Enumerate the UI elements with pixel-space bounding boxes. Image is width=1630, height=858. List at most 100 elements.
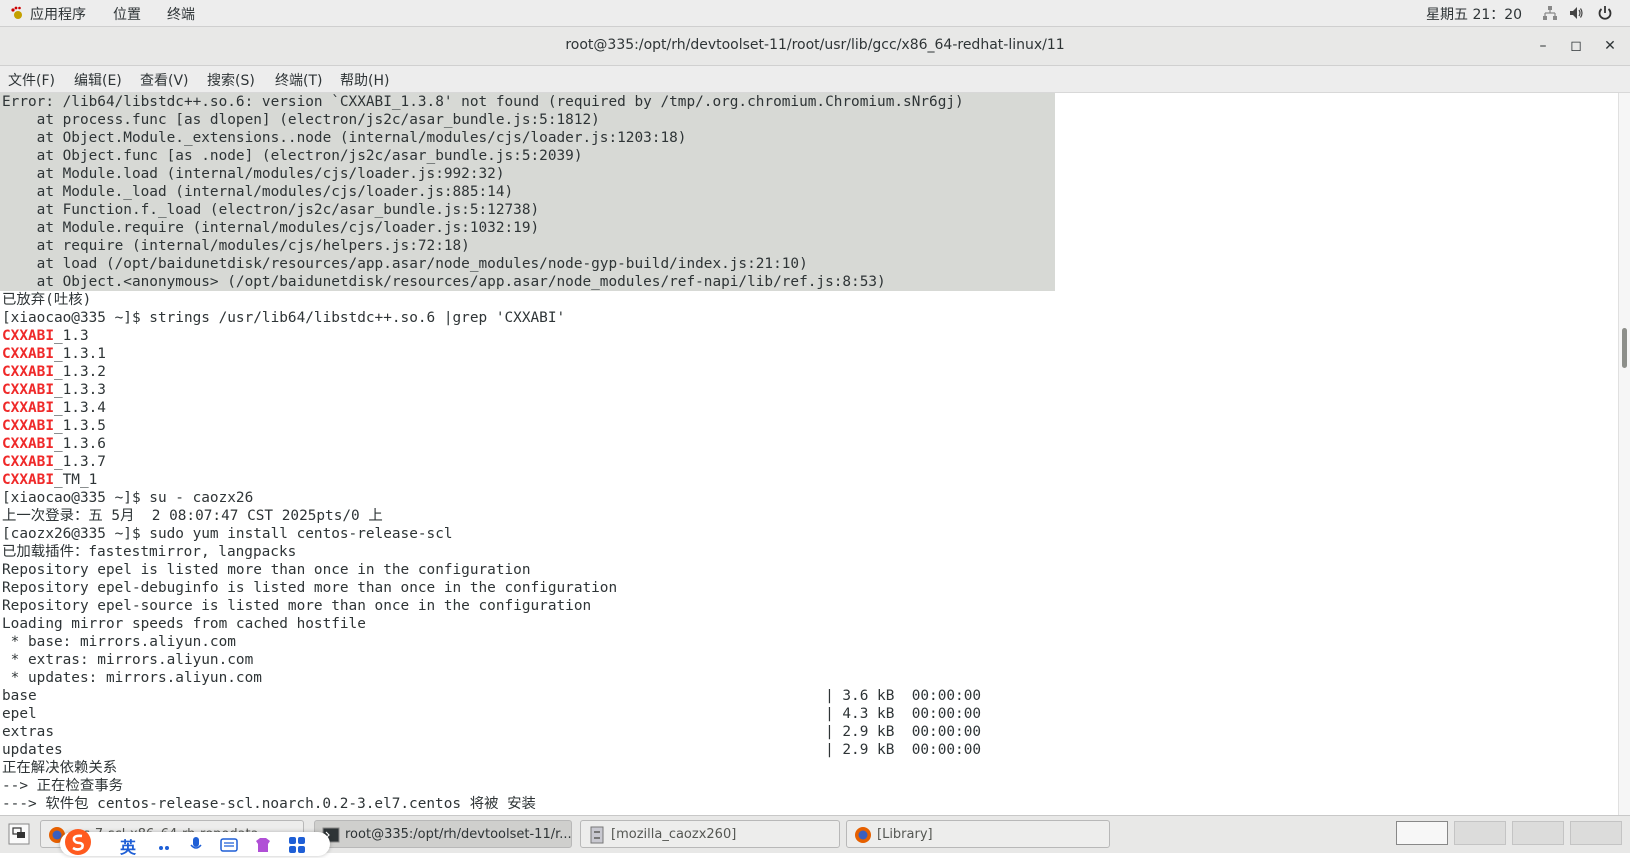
scrollbar-thumb[interactable]: [1622, 328, 1627, 368]
terminal-line: CXXABI_1.3.5: [2, 417, 106, 435]
gnome-foot-icon: [11, 6, 22, 19]
line-text: [xiaocao@335 ~]$ strings /usr/lib64/libs…: [2, 310, 566, 326]
workspace-3[interactable]: [1512, 821, 1564, 845]
keyboard-icon[interactable]: [220, 836, 238, 854]
terminal-line: 已放弃(吐核): [2, 291, 91, 309]
ime-toolbar[interactable]: 英: [60, 829, 330, 858]
terminal-line: 正在解决依赖关系: [2, 759, 117, 777]
line-text: Loading mirror speeds from cached hostfi…: [2, 616, 366, 632]
terminal-line: extras | 2.9 kB 00:00:00: [2, 723, 981, 741]
terminal-line: at Module._load (internal/modules/cjs/lo…: [2, 183, 514, 201]
terminal-line: at load (/opt/baidunetdisk/resources/app…: [2, 255, 808, 273]
task-label: [Library]: [877, 827, 933, 842]
terminal-line: [xiaocao@335 ~]$ su - caozx26: [2, 489, 253, 507]
workspace-2[interactable]: [1454, 821, 1506, 845]
grep-match: CXXABI: [2, 328, 54, 344]
line-text: --> 正在检查事务: [2, 778, 123, 794]
line-text: 上一次登录：五 5月 2 08:07:47 CST 2025pts/0 上: [2, 508, 383, 524]
volume-icon[interactable]: [1568, 5, 1584, 21]
terminal-line: at Module.load (internal/modules/cjs/loa…: [2, 165, 505, 183]
line-text: 正在解决依赖关系: [2, 760, 118, 776]
menu-help[interactable]: 帮助(H): [340, 70, 389, 90]
terminal-line: CXXABI_TM_1: [2, 471, 97, 489]
line-text: Error: /lib64/libstdc++.so.6: version `C…: [2, 94, 964, 110]
terminal-app-menu[interactable]: 终端: [167, 4, 195, 24]
firefox-icon: [855, 827, 871, 843]
terminal-line: ---> 软件包 centos-release-scl.noarch.0.2-3…: [2, 795, 536, 813]
line-text: 已放弃(吐核): [2, 292, 92, 308]
microphone-icon[interactable]: [188, 836, 204, 854]
task-label: [mozilla_caozx260]: [611, 827, 737, 842]
terminal-line: Loading mirror speeds from cached hostfi…: [2, 615, 366, 633]
terminal-line: Repository epel-source is listed more th…: [2, 597, 591, 615]
applications-menu[interactable]: 应用程序: [30, 4, 86, 24]
minimize-button[interactable]: –: [1534, 37, 1552, 55]
menu-search[interactable]: 搜索(S): [207, 70, 255, 90]
line-text: at Module.require (internal/modules/cjs/…: [2, 220, 540, 236]
terminal-line: * updates: mirrors.aliyun.com: [2, 669, 262, 687]
line-text: ---> 软件包 centos-release-scl.noarch.0.2-3…: [2, 796, 536, 812]
line-text: 已加载插件：fastestmirror, langpacks: [2, 544, 297, 560]
terminal-line: CXXABI_1.3.7: [2, 453, 106, 471]
clock[interactable]: 星期五 21：20: [1426, 4, 1522, 24]
terminal-line: --> 正在检查事务: [2, 777, 123, 795]
vertical-scrollbar[interactable]: [1618, 93, 1630, 815]
line-text: Repository epel-debuginfo is listed more…: [2, 580, 618, 596]
line-text: _1.3.5: [53, 418, 106, 434]
terminal-line: CXXABI_1.3.2: [2, 363, 106, 381]
line-text: at Function.f._load (electron/js2c/asar_…: [2, 202, 540, 218]
line-text: _1.3.1: [53, 346, 106, 362]
line-text: [xiaocao@335 ~]$ su - caozx26: [2, 490, 254, 506]
top-panel: 应用程序 位置 终端 星期五 21：20: [0, 0, 1630, 27]
task-file-manager[interactable]: [mozilla_caozx260]: [580, 820, 840, 848]
line-text: updates | 2.9 kB 00:00:00: [2, 742, 982, 758]
line-text: at Module._load (internal/modules/cjs/lo…: [2, 184, 514, 200]
grep-match: CXXABI: [2, 436, 54, 452]
close-button[interactable]: ✕: [1601, 37, 1619, 55]
line-text: at Module.load (internal/modules/cjs/loa…: [2, 166, 505, 182]
terminal-menubar: 文件(F) 编辑(E) 查看(V) 搜索(S) 终端(T) 帮助(H): [0, 66, 1630, 93]
terminal-line: CXXABI_1.3.3: [2, 381, 106, 399]
terminal-line: * base: mirrors.aliyun.com: [2, 633, 236, 651]
network-icon[interactable]: [1542, 5, 1558, 21]
file-cabinet-icon: [590, 826, 604, 844]
workspace-1[interactable]: [1396, 821, 1448, 845]
grep-match: CXXABI: [2, 382, 54, 398]
terminal-line: at Function.f._load (electron/js2c/asar_…: [2, 201, 540, 219]
grep-match: CXXABI: [2, 472, 54, 488]
task-firefox-library[interactable]: [Library]: [846, 820, 1110, 848]
line-text: _1.3.2: [53, 364, 106, 380]
skin-icon[interactable]: [254, 836, 272, 854]
toolbox-icon[interactable]: [288, 836, 306, 854]
terminal-output[interactable]: Error: /lib64/libstdc++.so.6: version `C…: [0, 93, 1618, 815]
terminal-line: at Object.func [as .node] (electron/js2c…: [2, 147, 583, 165]
grep-match: CXXABI: [2, 454, 54, 470]
line-text: base | 3.6 kB 00:00:00: [2, 688, 982, 704]
power-icon[interactable]: [1597, 5, 1613, 21]
ime-language[interactable]: 英: [120, 834, 136, 858]
line-text: _1.3.6: [53, 436, 106, 452]
task-terminal[interactable]: root@335:/opt/rh/devtoolset-11/r...: [314, 820, 572, 848]
window-titlebar[interactable]: root@335:/opt/rh/devtoolset-11/root/usr/…: [0, 27, 1630, 66]
terminal-line: 已加载插件：fastestmirror, langpacks: [2, 543, 296, 561]
terminal-line: at Object.<anonymous> (/opt/baidunetdisk…: [2, 273, 886, 291]
terminal-line: epel | 4.3 kB 00:00:00: [2, 705, 981, 723]
line-text: * updates: mirrors.aliyun.com: [2, 670, 262, 686]
line-text: _TM_1: [53, 472, 98, 488]
terminal-line: Repository epel-debuginfo is listed more…: [2, 579, 617, 597]
places-menu[interactable]: 位置: [113, 4, 141, 24]
workspace-4[interactable]: [1570, 821, 1622, 845]
terminal-line: [caozx26@335 ~]$ sudo yum install centos…: [2, 525, 453, 543]
terminal-line: updates | 2.9 kB 00:00:00: [2, 741, 981, 759]
menu-terminal[interactable]: 终端(T): [275, 70, 322, 90]
line-text: at Object.<anonymous> (/opt/baidunetdisk…: [2, 274, 886, 290]
terminal-line: CXXABI_1.3.6: [2, 435, 106, 453]
terminal-line: at process.func [as dlopen] (electron/js…: [2, 111, 600, 129]
terminal-line: CXXABI_1.3: [2, 327, 89, 345]
menu-file[interactable]: 文件(F): [8, 70, 55, 90]
menu-view[interactable]: 查看(V): [140, 70, 189, 90]
line-text: _1.3.3: [53, 382, 106, 398]
maximize-button[interactable]: ◻: [1567, 37, 1585, 55]
show-desktop-icon[interactable]: [8, 823, 30, 845]
menu-edit[interactable]: 编辑(E): [74, 70, 122, 90]
